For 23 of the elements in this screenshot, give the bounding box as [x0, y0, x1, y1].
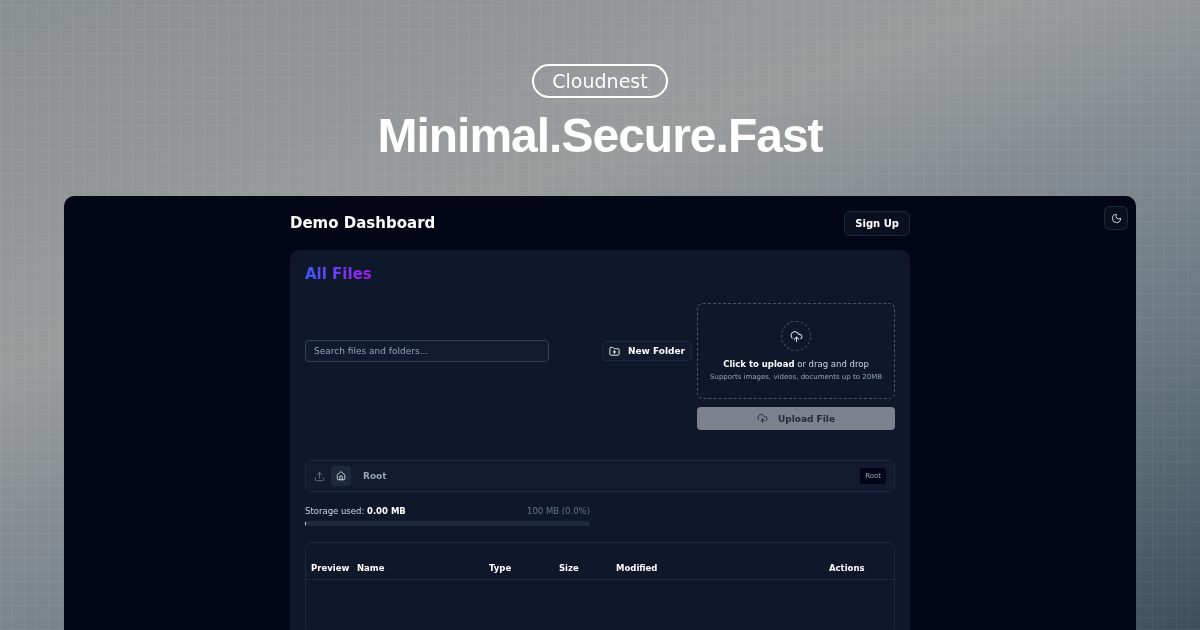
cloud-upload-icon — [756, 413, 768, 424]
column-header: Size — [559, 563, 580, 573]
brand-badge: Cloudnest — [532, 64, 668, 98]
storage-used-label: Storage used: 0.00 MB — [305, 506, 406, 516]
column-header: Modified — [616, 563, 659, 573]
home-icon — [336, 471, 346, 481]
search-field[interactable]: Search files and folders... — [305, 340, 549, 362]
column-header: Preview — [311, 563, 351, 573]
sign-up-button[interactable]: Sign Up — [844, 210, 910, 236]
column-header: Actions — [829, 563, 866, 573]
column-header: Type — [489, 563, 513, 573]
moon-icon — [1110, 212, 1122, 224]
new-folder-button[interactable]: New Folder — [601, 341, 692, 361]
theme-toggle-button[interactable] — [1104, 206, 1128, 230]
dropzone-instruction: Click to upload or drag and drop — [723, 359, 869, 369]
up-arrow-icon[interactable] — [314, 470, 325, 482]
column-header: Name — [357, 563, 386, 573]
headline: Minimal.Secure.Fast — [377, 108, 823, 163]
breadcrumb-item[interactable]: Root — [363, 471, 855, 481]
folder-plus-icon — [608, 345, 620, 357]
storage-total: 100 MB (0.0%) — [526, 506, 590, 516]
home-button[interactable] — [331, 466, 351, 486]
dashboard-title: Demo Dashboard — [290, 214, 436, 232]
